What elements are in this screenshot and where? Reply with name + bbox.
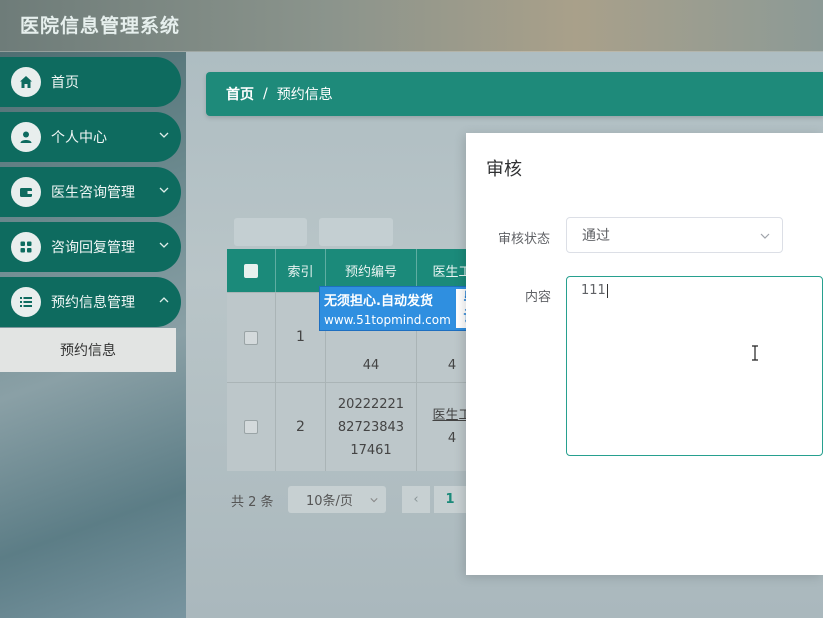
index-cell: 2 <box>276 383 326 471</box>
select-all-cell[interactable] <box>227 249 276 292</box>
sidebar-item-label: 个人中心 <box>51 130 107 146</box>
text-caret <box>606 283 608 298</box>
content-value: 111 <box>581 283 606 298</box>
sidebar-subitem-appointment-info[interactable]: 预约信息 <box>0 328 176 372</box>
status-value: 通过 <box>582 228 610 244</box>
table-row[interactable]: 2 20222221 82723843 17461 医生工 4 <box>227 382 487 471</box>
code-line: 20222221 <box>337 396 405 412</box>
home-icon <box>11 67 41 97</box>
select-all-checkbox[interactable] <box>244 263 258 278</box>
grid-icon <box>11 232 41 262</box>
app-title: 医院信息管理系统 <box>20 15 181 37</box>
page-size-value: 10条/页 <box>306 494 353 509</box>
breadcrumb-separator: / <box>263 86 268 102</box>
watermark-line2: www.51topmind.com <box>324 313 451 327</box>
prev-page-button[interactable]: ‹ <box>402 486 430 513</box>
content-textarea[interactable]: 111 <box>566 276 823 456</box>
row-select-cell[interactable] <box>227 383 276 471</box>
row-checkbox[interactable] <box>244 420 258 434</box>
chevron-up-icon <box>159 297 169 303</box>
toolbar-button[interactable] <box>319 218 393 246</box>
code-line: 82723843 <box>337 419 405 435</box>
dialog-title: 审核 <box>486 159 522 180</box>
page-size-select[interactable]: 10条/页 <box>288 486 386 513</box>
breadcrumb: 首页 / 预约信息 <box>206 72 823 116</box>
sidebar-item-label: 咨询回复管理 <box>51 240 135 256</box>
sidebar-item-label: 预约信息管理 <box>51 295 135 311</box>
pagination-total: 共 2 条 <box>231 495 274 510</box>
chevron-down-icon <box>760 233 770 239</box>
content-label: 内容 <box>525 290 552 305</box>
sidebar-item-doctor-consult[interactable]: 医生咨询管理 <box>0 167 181 217</box>
chevron-down-icon <box>370 498 378 503</box>
sidebar-item-label: 首页 <box>51 75 79 91</box>
breadcrumb-current: 预约信息 <box>276 87 333 103</box>
toolbar-button[interactable] <box>234 218 307 246</box>
sidebar: 首页 个人中心 医生咨询管理 咨询回复管理 预约信息管理 预约信息 <box>0 52 186 618</box>
data-table: 索引 预约编号 医生工 1 44 4 2 20222221 82723843 1… <box>227 249 487 471</box>
user-icon <box>11 122 41 152</box>
wallet-icon <box>11 177 41 207</box>
chevron-down-icon <box>159 242 169 248</box>
sidebar-item-home[interactable]: 首页 <box>0 57 181 107</box>
chevron-down-icon <box>159 187 169 193</box>
list-icon <box>11 287 41 317</box>
sidebar-item-reply-manage[interactable]: 咨询回复管理 <box>0 222 181 272</box>
doctor-suffix: 4 <box>447 431 457 446</box>
chevron-down-icon <box>159 132 169 138</box>
sidebar-item-label: 医生咨询管理 <box>51 185 135 201</box>
sidebar-item-personal-center[interactable]: 个人中心 <box>0 112 181 162</box>
code-cell: 20222221 82723843 17461 <box>326 383 417 471</box>
status-select[interactable]: 通过 <box>566 217 783 253</box>
code-line: 17461 <box>350 442 392 458</box>
status-label: 审核状态 <box>498 232 551 247</box>
breadcrumb-home[interactable]: 首页 <box>226 84 254 104</box>
top-header: 医院信息管理系统 <box>0 0 823 52</box>
row-checkbox[interactable] <box>244 330 258 345</box>
review-dialog: 审核 审核状态 通过 内容 111 <box>466 133 823 575</box>
sidebar-item-appointment-manage[interactable]: 预约信息管理 <box>0 277 181 327</box>
row-select-cell[interactable] <box>227 293 276 382</box>
page-number[interactable]: 1 <box>434 486 466 513</box>
watermark-line1: 无须担心.自动发货 <box>324 294 433 309</box>
text-cursor-icon <box>752 345 758 361</box>
